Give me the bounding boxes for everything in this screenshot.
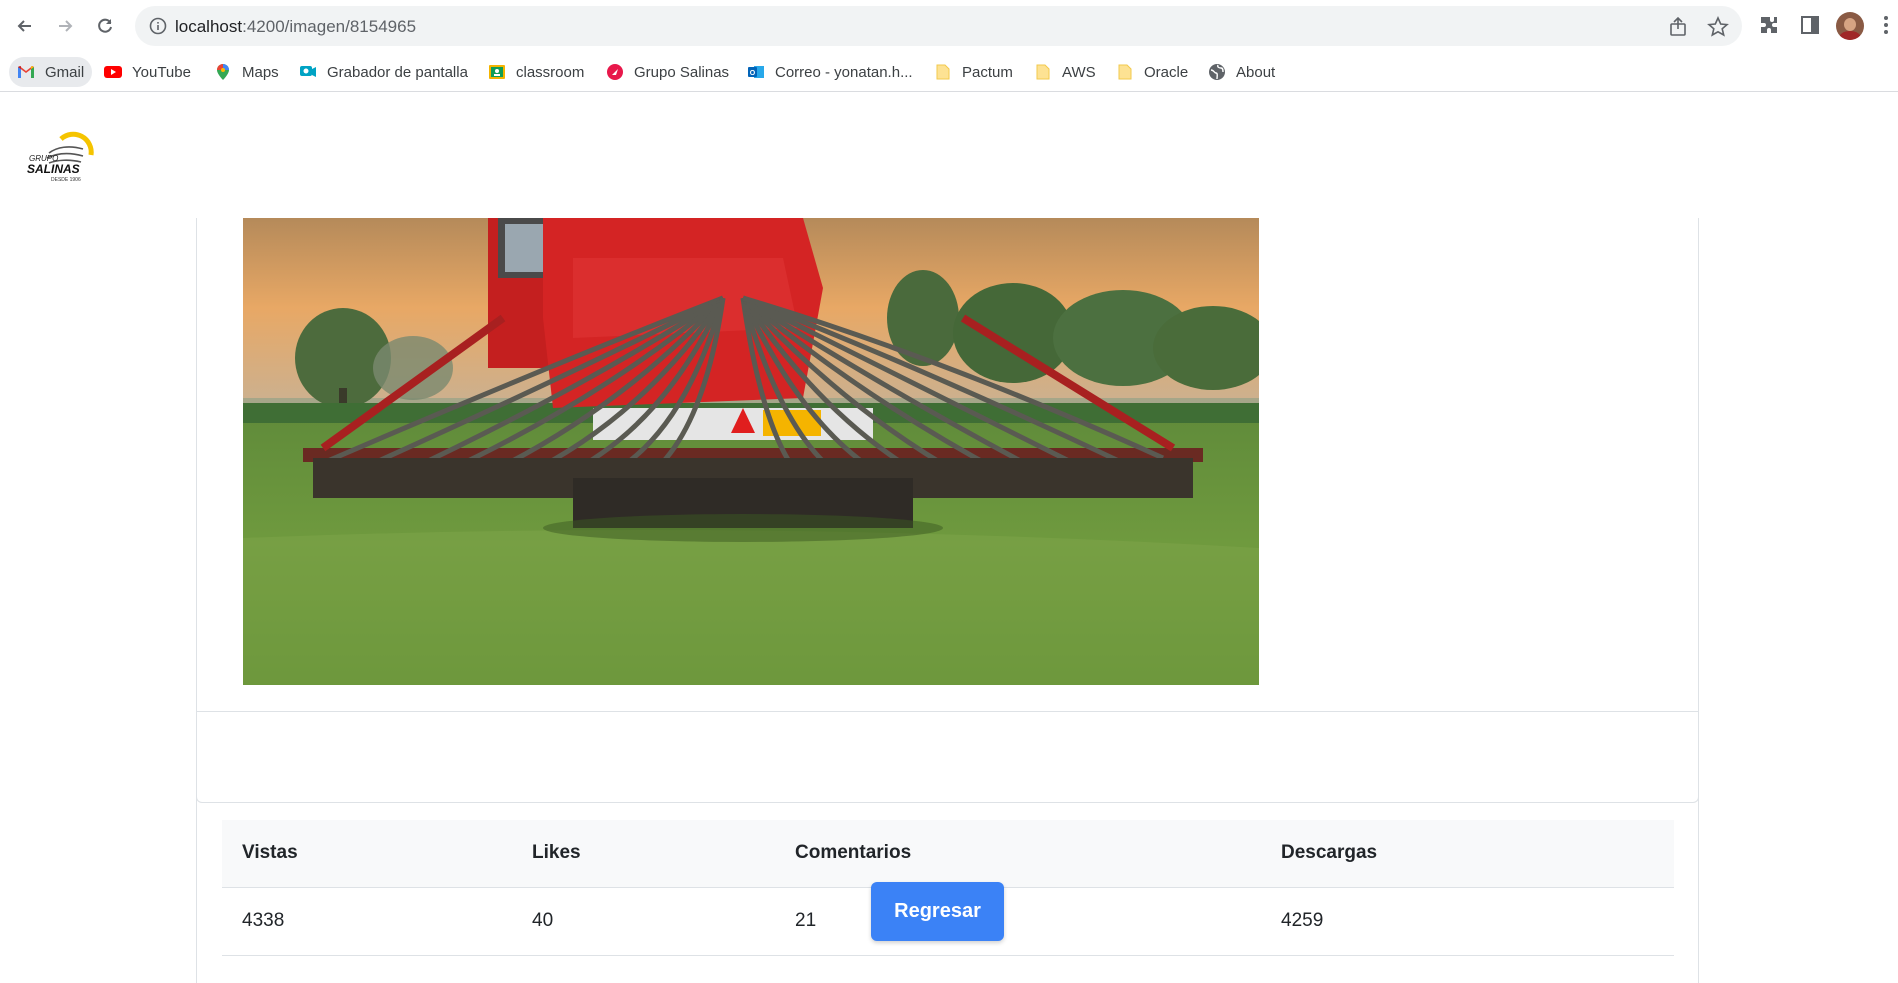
youtube-icon [104,66,122,78]
extensions-icon[interactable] [1758,14,1780,36]
bookmark-star-icon[interactable] [1707,16,1729,38]
maps-icon [217,64,229,80]
bookmark-maps[interactable]: Maps [206,57,287,87]
bookmark-youtube[interactable]: YouTube [96,57,199,87]
tractor-photo [243,218,1259,685]
side-panel-icon[interactable] [1799,14,1821,36]
bookmark-aws[interactable]: AWS [1026,57,1104,87]
header-descargas: Descargas [1261,820,1674,888]
bookmark-classroom[interactable]: classroom [480,57,592,87]
svg-text:SALINAS: SALINAS [27,162,80,176]
back-arrow-icon[interactable] [9,10,41,42]
regresar-button[interactable]: Regresar [871,882,1004,941]
outlook-icon: O [748,66,764,78]
value-comentarios: 21 [775,887,1261,956]
classroom-icon [489,65,505,79]
page-content: GRUPO SALINAS DESDE 1906 Vistas Likes Co… [0,93,1898,983]
gmail-icon [18,66,34,78]
url-text[interactable]: localhost:4200/imagen/8154965 [175,17,416,37]
stats-card: Vistas Likes Comentarios Descargas 4338 … [196,711,1699,983]
folder-icon [1036,64,1050,80]
browser-toolbar: localhost:4200/imagen/8154965 [0,0,1898,52]
value-likes: 40 [512,887,775,956]
folder-icon [936,64,950,80]
bookmark-gmail[interactable]: Gmail [9,57,93,87]
screen-recorder-icon [300,66,316,77]
bookmarks-bar: Gmail YouTube Maps Grabador de pantalla … [0,52,1898,92]
share-icon[interactable] [1667,16,1689,38]
bookmark-about[interactable]: About [1200,57,1283,87]
bookmark-correo[interactable]: O Correo - yonatan.h... [739,57,921,87]
value-vistas: 4338 [222,887,512,956]
bookmark-oracle[interactable]: Oracle [1108,57,1196,87]
svg-text:O: O [750,70,756,77]
site-info-icon[interactable] [149,17,167,35]
header-likes: Likes [512,820,775,888]
forward-arrow-icon[interactable] [49,10,81,42]
reload-icon[interactable] [89,10,121,42]
menu-kebab-icon[interactable] [1880,14,1892,36]
globe-icon [1209,64,1225,80]
folder-icon [1118,64,1132,80]
profile-avatar[interactable] [1836,12,1864,40]
address-bar[interactable]: localhost:4200/imagen/8154965 [135,6,1742,46]
grupo-salinas-icon [607,64,623,80]
bookmark-grupo-salinas[interactable]: Grupo Salinas [598,57,737,87]
svg-text:DESDE 1906: DESDE 1906 [51,177,81,183]
header-vistas: Vistas [222,820,512,888]
value-descargas: 4259 [1261,887,1674,956]
bookmark-pactum[interactable]: Pactum [926,57,1021,87]
header-comentarios: Comentarios [775,820,1261,888]
bookmark-grabador-de-pantalla[interactable]: Grabador de pantalla [291,57,476,87]
table-header-row: Vistas Likes Comentarios Descargas [222,820,1674,888]
grupo-salinas-logo[interactable]: GRUPO SALINAS DESDE 1906 [27,131,95,183]
